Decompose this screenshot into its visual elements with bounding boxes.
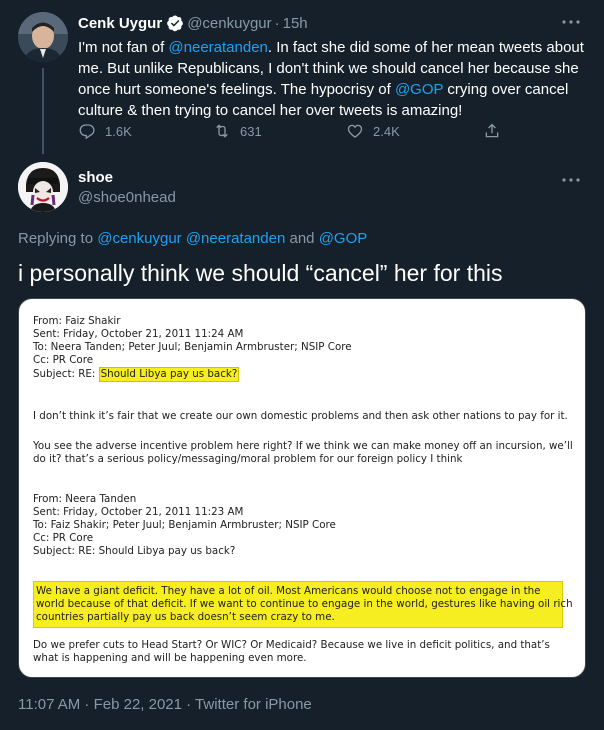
highlighted-line: We have a giant deficit. They have a lot…: [36, 585, 541, 597]
tweet-actions: 1.6K 631 2.4K: [78, 122, 499, 142]
email-to: To: Faiz Shakir; Peter Juul; Benjamin Ar…: [33, 519, 336, 531]
email-sent: Sent: Friday, October 21, 2011 11:23 AM: [33, 506, 244, 518]
highlighted-line: countries partially pay us back doesn’t …: [36, 611, 335, 623]
email-sent: Sent: Friday, October 21, 2011 11:24 AM: [33, 328, 244, 340]
parent-tweet-header: Cenk Uygur @cenkuygur · 15h: [78, 13, 308, 33]
email-paragraph-line: what is happening and will be happening …: [33, 652, 307, 664]
share-button[interactable]: [483, 122, 510, 140]
email-paragraph: I don’t think it’s fair that we create o…: [33, 410, 568, 422]
more-options-icon[interactable]: [560, 172, 582, 188]
email-from: From: Neera Tanden: [33, 493, 137, 505]
mention-link[interactable]: @cenkuygur: [97, 230, 181, 247]
reply-author-name[interactable]: shoe: [78, 169, 113, 186]
retweet-count: 631: [240, 123, 262, 139]
attached-image[interactable]: From: Faiz Shakir Sent: Friday, October …: [18, 298, 586, 678]
reply-icon: [79, 124, 95, 140]
tweet-time[interactable]: 15h: [283, 15, 308, 32]
like-count: 2.4K: [373, 123, 400, 139]
parent-tweet-text: I'm not fan of @neeratanden. In fact she…: [78, 37, 588, 121]
share-icon: [485, 123, 499, 138]
thread-connector-line: [42, 68, 44, 154]
author-handle[interactable]: @cenkuygur: [187, 15, 271, 32]
replying-and: and: [285, 230, 319, 247]
reply-tweet-text: i personally think we should “cancel” he…: [18, 260, 503, 286]
subject-prefix: Subject: RE:: [33, 368, 99, 380]
like-button[interactable]: 2.4K: [346, 122, 400, 140]
tweet-text-segment: I'm not fan of: [78, 39, 169, 56]
email-cc: Cc: PR Core: [33, 532, 94, 544]
retweet-icon: [216, 124, 228, 138]
email-to: To: Neera Tanden; Peter Juul; Benjamin A…: [33, 341, 352, 353]
like-icon: [347, 124, 363, 138]
separator-dot: ·: [274, 14, 280, 32]
replying-prefix: Replying to: [18, 230, 98, 247]
highlighted-subject: Should Libya pay us back?: [98, 367, 240, 382]
mention-link[interactable]: @GOP: [395, 81, 443, 98]
email-from: From: Faiz Shakir: [33, 315, 121, 327]
email-subject: Subject: RE: Should Libya pay us back?: [33, 545, 236, 557]
reply-button[interactable]: 1.6K: [78, 122, 132, 140]
email-paragraph-line: You see the adverse incentive problem he…: [33, 440, 573, 452]
email-subject: Subject: RE: Should Libya pay us back?: [33, 367, 352, 382]
highlighted-line: world because of that deficit. If we wan…: [36, 598, 573, 610]
avatar-cenk-uygur[interactable]: [18, 12, 68, 62]
email-paragraph-line: do it? that’s a serious policy/messaging…: [33, 453, 463, 465]
parent-tweet[interactable]: Cenk Uygur @cenkuygur · 15h I'm not fan …: [0, 0, 604, 154]
tweet-timestamp-source[interactable]: 11:07 AM · Feb 22, 2021 · Twitter for iP…: [18, 696, 312, 713]
reply-author-handle[interactable]: @shoe0nhead: [78, 189, 176, 206]
mention-link[interactable]: @neeratanden: [168, 39, 267, 56]
author-name[interactable]: Cenk Uygur: [78, 15, 162, 32]
replying-to-line: Replying to @cenkuygur @neeratanden and …: [18, 230, 367, 247]
avatar-shoe[interactable]: [18, 162, 68, 212]
reply-count: 1.6K: [105, 123, 132, 139]
highlighted-paragraph: We have a giant deficit. They have a lot…: [33, 581, 573, 628]
email-cc: Cc: PR Core: [33, 354, 94, 366]
mention-link[interactable]: @neeratanden: [186, 230, 285, 247]
email-paragraph-line: Do we prefer cuts to Head Start? Or WIC?…: [33, 639, 550, 651]
retweet-button[interactable]: 631: [213, 122, 262, 140]
more-options-icon[interactable]: [560, 14, 582, 30]
verified-badge-icon: [166, 14, 184, 32]
mention-link[interactable]: @GOP: [319, 230, 368, 247]
